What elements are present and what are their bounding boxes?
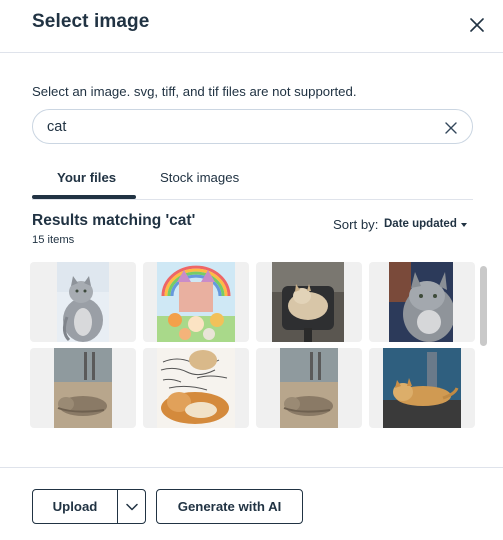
instructions-text: Select an image. svg, tiff, and tif file… bbox=[32, 84, 357, 99]
chevron-down-icon bbox=[125, 503, 138, 510]
tab-stock-images[interactable]: Stock images bbox=[160, 170, 239, 185]
upload-options-button[interactable] bbox=[117, 489, 146, 524]
image-tile[interactable] bbox=[143, 262, 249, 342]
scrollbar-thumb[interactable] bbox=[480, 266, 487, 346]
image-tile[interactable] bbox=[143, 348, 249, 428]
tabby-cat-floor-thumbnail bbox=[54, 348, 112, 428]
caret-down-icon bbox=[460, 222, 467, 227]
image-tile[interactable] bbox=[30, 262, 136, 342]
tab-your-files[interactable]: Your files bbox=[57, 170, 116, 185]
gray-cat-thumbnail bbox=[57, 262, 109, 342]
dialog-header: Select image bbox=[0, 0, 503, 53]
cat-with-letters-thumbnail bbox=[157, 348, 235, 428]
tab-bar: Your files Stock images bbox=[32, 160, 473, 200]
search-field[interactable] bbox=[32, 109, 473, 144]
image-tile[interactable] bbox=[256, 262, 362, 342]
cartoon-cats-thumbnail bbox=[157, 262, 235, 342]
sort-label: Sort by: bbox=[333, 217, 379, 232]
close-button[interactable] bbox=[462, 10, 492, 40]
image-tile[interactable] bbox=[369, 348, 475, 428]
search-input[interactable] bbox=[47, 116, 427, 138]
clear-search-button[interactable] bbox=[441, 118, 461, 138]
tabby-cat-floor-thumbnail bbox=[280, 348, 338, 428]
image-tile[interactable] bbox=[256, 348, 362, 428]
orange-cat-shelf-thumbnail bbox=[383, 348, 461, 428]
dialog-footer: Upload Generate with AI bbox=[0, 467, 503, 540]
close-icon bbox=[470, 18, 484, 32]
select-image-dialog: Select image Select an image. svg, tiff,… bbox=[0, 0, 503, 540]
close-icon bbox=[445, 122, 457, 134]
sort-dropdown[interactable]: Date updated bbox=[384, 218, 467, 230]
upload-button[interactable]: Upload bbox=[32, 489, 118, 524]
image-grid bbox=[30, 262, 478, 430]
active-tab-indicator bbox=[32, 195, 136, 199]
items-count: 15 items bbox=[32, 234, 75, 246]
image-tile[interactable] bbox=[369, 262, 475, 342]
sort-value: Date updated bbox=[384, 218, 457, 230]
cat-on-chair-thumbnail bbox=[272, 262, 344, 342]
image-tile[interactable] bbox=[30, 348, 136, 428]
image-grid-scrollbar[interactable] bbox=[478, 262, 488, 430]
results-heading: Results matching 'cat' bbox=[32, 212, 196, 229]
dialog-title: Select image bbox=[32, 11, 150, 32]
generate-with-ai-button[interactable]: Generate with AI bbox=[156, 489, 303, 524]
gray-cat-closeup-thumbnail bbox=[389, 262, 453, 342]
